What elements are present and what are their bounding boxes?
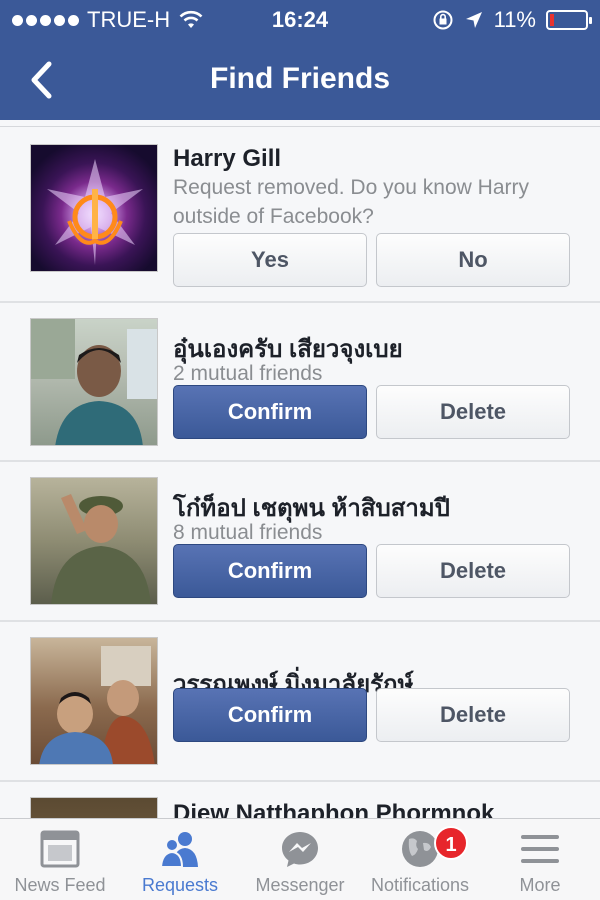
profile-photo xyxy=(39,646,155,764)
friend-name[interactable]: Harry Gill xyxy=(173,145,281,173)
tab-bar: News Feed Requests Messenger Notificatio… xyxy=(0,818,600,900)
tab-requests[interactable]: Requests xyxy=(120,819,240,900)
tab-messenger[interactable]: Messenger xyxy=(240,819,360,900)
tab-label: Requests xyxy=(141,875,219,895)
friend-request-row: อุ๋นเองครับ เสียวจุงเบย 2 mutual friends… xyxy=(0,303,600,462)
requests-icon xyxy=(160,832,198,868)
delete-button[interactable]: Delete xyxy=(376,385,570,439)
confirm-button[interactable]: Confirm xyxy=(173,385,367,439)
confirm-button[interactable]: Confirm xyxy=(173,688,367,742)
tab-label: Notifications xyxy=(370,875,470,895)
avatar[interactable] xyxy=(30,144,158,272)
battery-level xyxy=(550,14,555,26)
confirm-button[interactable]: Confirm xyxy=(173,544,367,598)
notification-badge: 1 xyxy=(434,826,468,860)
delete-button[interactable]: Delete xyxy=(376,544,570,598)
news-feed-icon xyxy=(40,830,80,868)
battery-icon xyxy=(546,10,592,30)
delete-button[interactable]: Delete xyxy=(376,688,570,742)
khanda-emblem-icon xyxy=(47,159,143,265)
tab-label: Messenger xyxy=(255,875,345,895)
friend-request-row: วรรณพงษ์ มิ่งมาลัยรักษ์ Confirm Delete xyxy=(0,622,600,782)
globe-icon xyxy=(402,831,438,867)
tab-label: News Feed xyxy=(14,875,106,895)
battery-percent: 11% xyxy=(493,7,536,32)
messenger-icon xyxy=(282,832,318,867)
friend-request-row: Harry Gill Request removed. Do you know … xyxy=(0,127,600,303)
location-arrow-icon xyxy=(465,12,482,28)
nav-bar: Find Friends xyxy=(0,40,600,120)
avatar[interactable] xyxy=(30,637,158,765)
no-button[interactable]: No xyxy=(376,233,570,287)
tab-news-feed[interactable]: News Feed xyxy=(0,819,120,900)
tab-label: More xyxy=(519,875,561,895)
friend-request-row: Diew Natthaphon Phormnok xyxy=(0,782,600,818)
status-bar: TRUE-H 16:24 11% xyxy=(0,0,600,40)
avatar[interactable] xyxy=(30,477,158,605)
mutual-friends-text: 8 mutual friends xyxy=(173,521,323,544)
page-title: Find Friends xyxy=(210,62,390,95)
friend-name[interactable]: Diew Natthaphon Phormnok xyxy=(173,800,494,818)
friend-request-list[interactable]: Harry Gill Request removed. Do you know … xyxy=(0,126,600,818)
avatar[interactable] xyxy=(30,797,158,818)
status-right: 11% xyxy=(432,7,592,33)
friend-request-row: โก๋ท็อป เชตุพน ห้าสิบสามปี 8 mutual frie… xyxy=(0,462,600,622)
tab-more[interactable]: More xyxy=(480,819,600,900)
profile-photo xyxy=(51,494,151,604)
mutual-friends-text: 2 mutual friends xyxy=(173,362,323,385)
request-status-text: Request removed. Do you know Harry outsi… xyxy=(173,176,529,228)
menu-icon xyxy=(521,835,559,863)
rotation-lock-icon xyxy=(433,10,453,30)
yes-button[interactable]: Yes xyxy=(173,233,367,287)
avatar[interactable] xyxy=(30,318,158,446)
profile-photo xyxy=(31,319,157,445)
